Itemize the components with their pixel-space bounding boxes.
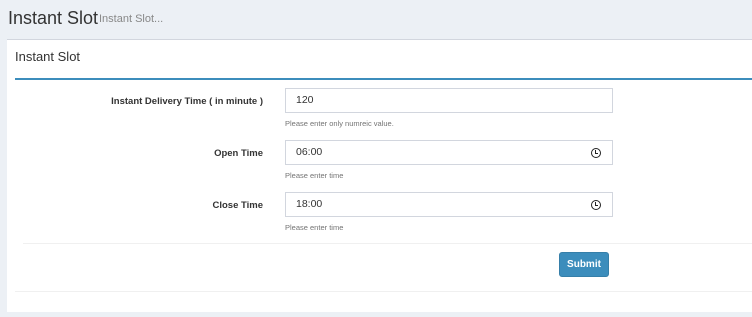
page-header: Instant Slot Instant Slot...: [0, 0, 752, 38]
delivery-time-input[interactable]: 120: [285, 88, 613, 113]
page-subtitle: Instant Slot...: [99, 13, 164, 25]
open-time-help: Please enter time: [285, 171, 344, 180]
submit-button[interactable]: Submit: [559, 252, 609, 277]
page-title: Instant Slot: [8, 8, 99, 28]
open-time-input[interactable]: 06:00: [285, 140, 613, 165]
instant-slot-box: Instant Slot Instant Delivery Time ( in …: [7, 39, 752, 312]
open-time-label: Open Time: [214, 148, 263, 159]
close-time-input[interactable]: 18:00: [285, 192, 613, 217]
clock-icon[interactable]: [591, 200, 601, 210]
delivery-time-help: Please enter only numreic value.: [285, 119, 394, 128]
box-footer-divider: [15, 291, 752, 292]
form-divider: [23, 243, 752, 244]
clock-icon[interactable]: [591, 148, 601, 158]
open-time-value: 06:00: [296, 146, 323, 158]
close-time-help: Please enter time: [285, 223, 344, 232]
box-title: Instant Slot: [15, 49, 81, 64]
delivery-time-label: Instant Delivery Time ( in minute ): [111, 96, 263, 107]
close-time-label: Close Time: [212, 200, 263, 211]
delivery-time-value: 120: [296, 94, 314, 106]
close-time-value: 18:00: [296, 198, 323, 210]
box-accent-divider: [15, 78, 752, 80]
